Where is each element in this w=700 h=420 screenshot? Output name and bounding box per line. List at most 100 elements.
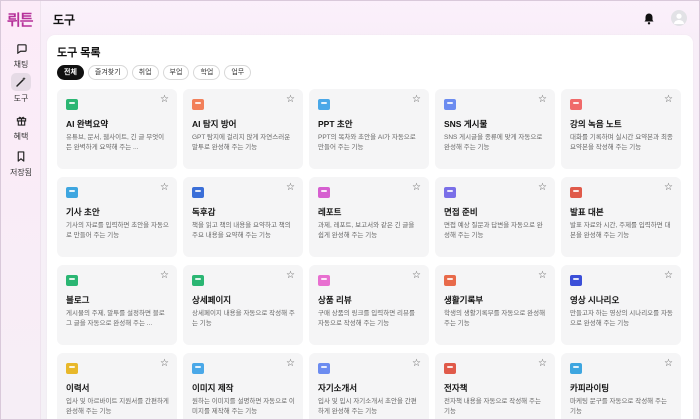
section-title: 도구 목록 bbox=[57, 47, 101, 59]
tool-description: GPT 탐지에 걸리지 않게 자연스러운 말투로 완성해 주는 기능 bbox=[192, 134, 291, 151]
tool-card[interactable]: ☆ 레포트과제, 레포트, 보고서와 같은 긴 글을 쉽게 완성해 주는 기능 bbox=[309, 177, 429, 257]
favorite-star-icon[interactable]: ☆ bbox=[286, 95, 295, 105]
tool-icon bbox=[192, 187, 204, 198]
tool-description: 과제, 레포트, 보고서와 같은 긴 글을 쉽게 완성해 주는 기능 bbox=[318, 222, 415, 239]
tool-card[interactable]: ☆ 강의 녹음 노트 대화를 기록하며 실시간 요약본과 최종 요약본을 작성해 주… bbox=[561, 89, 681, 169]
sidebar-item-tools[interactable]: 도구 bbox=[3, 73, 39, 107]
favorite-star-icon[interactable]: ☆ bbox=[664, 359, 673, 369]
tool-name: SNS 게시물 bbox=[444, 119, 488, 129]
sidebar-item-label: 도구 bbox=[13, 94, 29, 103]
favorite-star-icon[interactable]: ☆ bbox=[160, 271, 169, 281]
tool-description: 기사의 자료를 입력하면 초안을 자동으로 만들어 주는 기능 bbox=[66, 222, 169, 239]
tool-icon bbox=[66, 99, 78, 110]
favorite-star-icon[interactable]: ☆ bbox=[664, 271, 673, 281]
tool-card[interactable]: ☆ 생활기록부학생의 생활기록부를 자동으로 완성해 주는 기능 bbox=[435, 265, 555, 345]
tool-icon bbox=[444, 275, 456, 286]
favorite-star-icon[interactable]: ☆ bbox=[538, 359, 547, 369]
tool-card[interactable]: ☆ SNS 게시물 SNS 게시글을 종류에 맞게 자동으로 완성해 주는 기능 bbox=[435, 89, 555, 169]
tool-card[interactable]: ☆ 상품 리뷰 구매 상품의 링크를 입력하면 리뷰를 자동으로 작성해 주는 기능 bbox=[309, 265, 429, 345]
tool-card[interactable]: ☆ AI 완벽요약유튜브, 문서, 웹사이트, 긴 글 무엇이든 완벽하게 요약해… bbox=[57, 89, 177, 169]
tool-name: 강의 녹음 노트 bbox=[570, 119, 622, 129]
favorite-star-icon[interactable]: ☆ bbox=[538, 271, 547, 281]
tool-name: 발표 대본 bbox=[570, 207, 604, 217]
tool-icon bbox=[66, 275, 78, 286]
tool-description: 유튜브, 문서, 웹사이트, 긴 글 무엇이든 완벽하게 요약해 주는 ... bbox=[66, 134, 165, 151]
favorite-star-icon[interactable]: ☆ bbox=[412, 183, 421, 193]
tool-icon bbox=[570, 99, 582, 110]
user-icon bbox=[674, 13, 684, 24]
chat-bubble-icon bbox=[11, 39, 31, 57]
favorite-star-icon[interactable]: ☆ bbox=[412, 95, 421, 105]
filter-chip-side-job[interactable]: 부업 bbox=[162, 65, 190, 80]
sidebar-item-benefits[interactable]: 혜택 bbox=[3, 111, 39, 145]
favorite-star-icon[interactable]: ☆ bbox=[286, 183, 295, 193]
tool-icon bbox=[66, 187, 78, 198]
tool-name: 레포트 bbox=[318, 207, 342, 217]
tool-card[interactable]: ☆ 상세페이지 상세페이지 내용을 자동으로 작성해 주는 기능 bbox=[183, 265, 303, 345]
tool-name: PPT 초안 bbox=[318, 119, 353, 129]
magic-wand-icon bbox=[11, 73, 31, 91]
filter-chip-work[interactable]: 업무 bbox=[224, 65, 252, 80]
tool-card[interactable]: ☆ 자기소개서입사 및 입시 자기소개서 초안을 간편하게 완성해 주는 기능 bbox=[309, 353, 429, 419]
tool-icon bbox=[192, 275, 204, 286]
tool-card[interactable]: ☆ 전자책 전자책 내용을 자동으로 작성해 주는 기능 bbox=[435, 353, 555, 419]
tool-card[interactable]: ☆ 블로그 게시물의 주제, 말투를 설정하면 블로그 글을 자동으로 완성해 주는… bbox=[57, 265, 177, 345]
tool-card[interactable]: ☆ PPT 초안 PPT의 목차와 초안을 AI가 자동으로 만들어 주는 기능 bbox=[309, 89, 429, 169]
bookmark-icon bbox=[11, 147, 31, 165]
tool-name: 독후감 bbox=[192, 207, 216, 217]
tool-icon bbox=[192, 99, 204, 110]
avatar[interactable] bbox=[671, 10, 687, 26]
favorite-star-icon[interactable]: ☆ bbox=[412, 359, 421, 369]
favorite-star-icon[interactable]: ☆ bbox=[538, 183, 547, 193]
favorite-star-icon[interactable]: ☆ bbox=[286, 271, 295, 281]
tool-card[interactable]: ☆ 발표 대본 발표 자료와 시간, 주제를 입력하면 대본을 완성해 주는 기능 bbox=[561, 177, 681, 257]
tool-description: 전자책 내용을 자동으로 작성해 주는 기능 bbox=[444, 398, 541, 415]
tool-card[interactable]: ☆ 면접 준비면접 예상 질문과 답변을 자동으로 완성해 주는 기능 bbox=[435, 177, 555, 257]
tool-card[interactable]: ☆ 기사 초안기사의 자료를 입력하면 초안을 자동으로 만들어 주는 기능 bbox=[57, 177, 177, 257]
sidebar-item-saved[interactable]: 저장됨 bbox=[3, 147, 39, 181]
tool-name: 면접 준비 bbox=[444, 207, 478, 217]
app-window: 뤼튼 채팅 도구 혜택 저장됨 도구 도구 목록 전체 즐겨찾기 취업 부업 학… bbox=[0, 0, 700, 420]
page-title: 도구 bbox=[53, 13, 76, 27]
tool-description: 원하는 이미지를 설명하면 자동으로 이미지를 제작해 주는 기능 bbox=[192, 398, 295, 415]
tool-description: 입사 및 아르바이트 지원서를 간편하게 완성해 주는 기능 bbox=[66, 398, 169, 415]
favorite-star-icon[interactable]: ☆ bbox=[160, 95, 169, 105]
sidebar-item-chat[interactable]: 채팅 bbox=[3, 39, 39, 73]
tool-card[interactable]: ☆ 카피라이팅 마케팅 문구를 자동으로 작성해 주는 기능 bbox=[561, 353, 681, 419]
tool-card[interactable]: ☆ 이력서 입사 및 아르바이트 지원서를 간편하게 완성해 주는 기능 bbox=[57, 353, 177, 419]
favorite-star-icon[interactable]: ☆ bbox=[160, 183, 169, 193]
tool-name: AI 완벽요약 bbox=[66, 119, 109, 129]
tool-description: 학생의 생활기록부를 자동으로 완성해 주는 기능 bbox=[444, 310, 546, 327]
top-header: 도구 bbox=[41, 1, 699, 35]
tool-card[interactable]: ☆ 이미지 제작 원하는 이미지를 설명하면 자동으로 이미지를 제작해 주는 기능 bbox=[183, 353, 303, 419]
tool-description: 책을 읽고 책의 내용을 요약하고 책의 주요 내용을 요약해 주는 기능 bbox=[192, 222, 291, 239]
favorite-star-icon[interactable]: ☆ bbox=[286, 359, 295, 369]
favorite-star-icon[interactable]: ☆ bbox=[538, 95, 547, 105]
favorite-star-icon[interactable]: ☆ bbox=[664, 183, 673, 193]
tool-card[interactable]: ☆ AI 탐지 방어 GPT 탐지에 걸리지 않게 자연스러운 말투로 완성해 주는… bbox=[183, 89, 303, 169]
filter-chip-study[interactable]: 학업 bbox=[193, 65, 221, 80]
tool-name: AI 탐지 방어 bbox=[192, 119, 237, 129]
favorite-star-icon[interactable]: ☆ bbox=[160, 359, 169, 369]
tool-icon bbox=[318, 363, 330, 374]
favorite-star-icon[interactable]: ☆ bbox=[664, 95, 673, 105]
favorite-star-icon[interactable]: ☆ bbox=[412, 271, 421, 281]
app-logo[interactable]: 뤼튼 bbox=[7, 9, 37, 29]
filter-chip-all[interactable]: 전체 bbox=[57, 65, 84, 80]
tool-name: 기사 초안 bbox=[66, 207, 100, 217]
tool-name: 생활기록부 bbox=[444, 295, 484, 305]
tool-card[interactable]: ☆ 독후감책을 읽고 책의 내용을 요약하고 책의 주요 내용을 요약해 주는 기… bbox=[183, 177, 303, 257]
tool-description: 상세페이지 내용을 자동으로 작성해 주는 기능 bbox=[192, 310, 295, 327]
filter-chip-favorites[interactable]: 즐겨찾기 bbox=[87, 65, 128, 80]
bell-icon[interactable] bbox=[643, 12, 655, 25]
sidebar-item-label: 저장됨 bbox=[9, 168, 33, 177]
tool-name: 자기소개서 bbox=[318, 383, 358, 393]
tool-card[interactable]: ☆ 영상 시나리오 만들고자 하는 영상의 시나리오를 자동으로 완성해 주는 기능 bbox=[561, 265, 681, 345]
tool-name: 블로그 bbox=[66, 295, 90, 305]
tool-description: 만들고자 하는 영상의 시나리오를 자동으로 완성해 주는 기능 bbox=[570, 310, 673, 327]
tool-description: 입사 및 입시 자기소개서 초안을 간편하게 완성해 주는 기능 bbox=[318, 398, 417, 415]
tool-description: SNS 게시글을 종류에 맞게 자동으로 완성해 주는 기능 bbox=[444, 134, 543, 151]
tool-description: 면접 예상 질문과 답변을 자동으로 완성해 주는 기능 bbox=[444, 222, 543, 239]
tool-icon bbox=[66, 363, 78, 374]
filter-chip-job[interactable]: 취업 bbox=[131, 65, 159, 80]
